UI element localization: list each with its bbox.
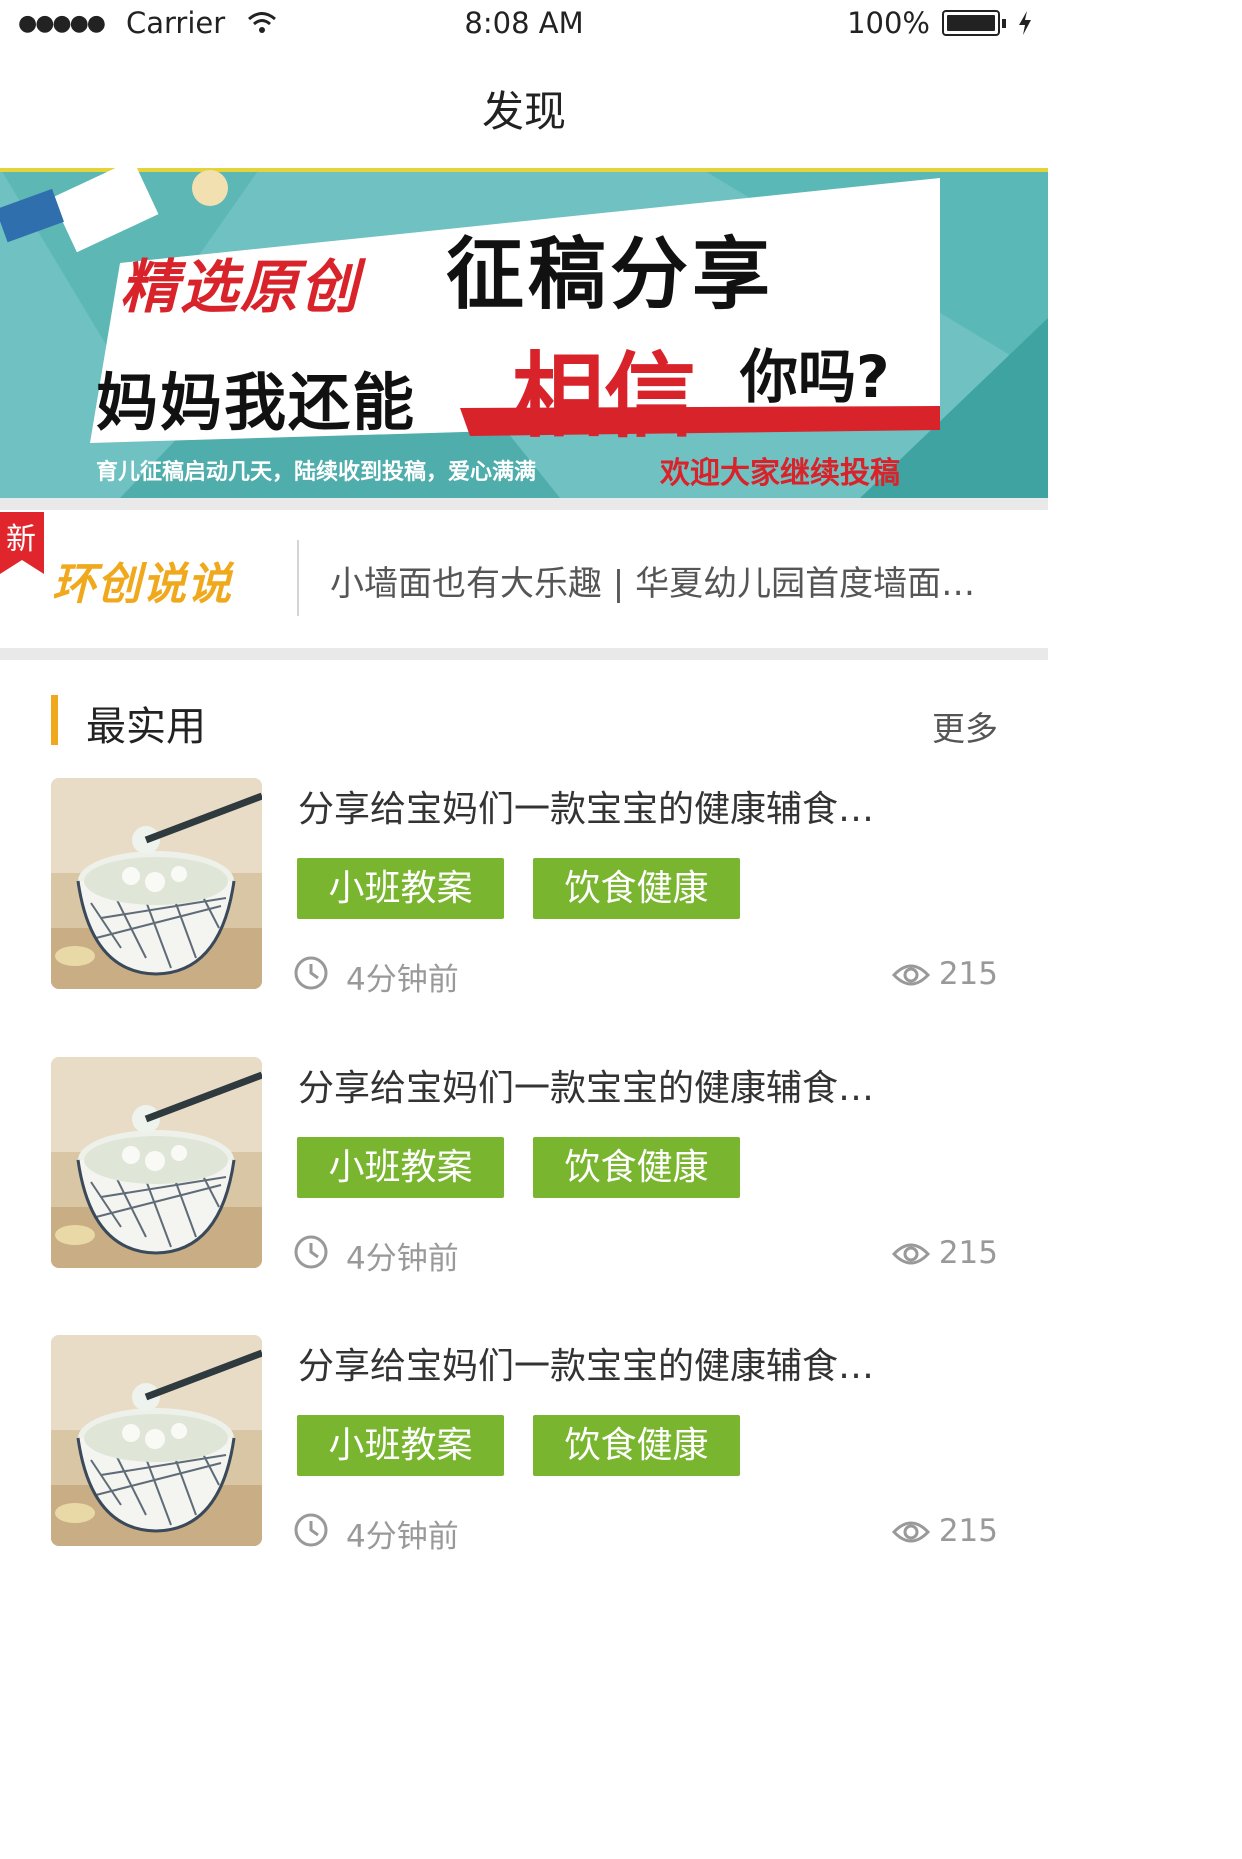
eye-icon [892,964,930,986]
article-views: 215 [938,956,998,992]
article-title[interactable]: 分享给宝妈们一款宝宝的健康辅食… [298,780,938,832]
promo-banner[interactable]: 精选原创 征稿分享 妈妈我还能 相信 你吗? 育儿征稿启动几天，陆续收到投稿，爱… [0,168,1048,498]
new-badge-label: 新 [6,522,36,557]
article-thumbnail [51,1335,262,1546]
banner-question: 妈妈我还能 [96,366,417,439]
banner-slogan-red: 精选原创 [120,253,361,321]
eye-icon [892,1243,930,1265]
banner-footer-right: 欢迎大家继续投稿 [660,456,900,491]
article-tag[interactable]: 小班教案 [297,858,504,919]
article-tag[interactable]: 小班教案 [297,1415,504,1476]
clock-icon [294,1235,328,1269]
article-card[interactable]: 分享给宝妈们一款宝宝的健康辅食… 小班教案 饮食健康 4分钟前 215 [0,1335,1048,1613]
article-title[interactable]: 分享给宝妈们一款宝宝的健康辅食… [298,1337,938,1389]
article-tag[interactable]: 饮食健康 [533,1137,740,1198]
more-link[interactable]: 更多 [932,702,998,750]
ticker-headline[interactable]: 小墙面也有大乐趣 | 华夏幼儿园首度墙面… [330,556,1010,605]
ticker-divider [297,540,299,616]
ticker-logo: 环创说说 [52,559,232,610]
article-card[interactable]: 分享给宝妈们一款宝宝的健康辅食… 小班教案 饮食健康 4分钟前 215 [0,1057,1048,1335]
charging-icon [1019,11,1031,35]
section-divider [0,648,1048,660]
section-divider [0,498,1048,510]
battery-info: 100% [847,6,1032,40]
article-title[interactable]: 分享给宝妈们一款宝宝的健康辅食… [298,1059,938,1111]
article-tag[interactable]: 饮食健康 [533,858,740,919]
banner-question-end: 你吗? [740,343,890,411]
battery-icon [942,10,1000,36]
article-views: 215 [938,1235,998,1271]
clock-icon [294,956,328,990]
article-tag[interactable]: 饮食健康 [533,1415,740,1476]
banner-footer-left: 育儿征稿启动几天，陆续收到投稿，爱心满满 [96,460,537,485]
article-thumbnail [51,1057,262,1268]
article-card[interactable]: 分享给宝妈们一款宝宝的健康辅食… 小班教案 饮食健康 4分钟前 215 [0,778,1048,1056]
eye-icon [892,1521,930,1543]
battery-percent: 100% [847,6,930,40]
article-time: 4分钟前 [346,962,459,998]
article-tag[interactable]: 小班教案 [297,1137,504,1198]
banner-slogan-black: 征稿分享 [446,230,775,320]
article-thumbnail [51,778,262,989]
page-title: 发现 [481,87,566,136]
article-time: 4分钟前 [346,1241,459,1277]
section-accent-bar [51,695,58,745]
article-views: 215 [938,1513,998,1549]
banner-question-highlight: 相信 [512,343,697,450]
section-title: 最实用 [86,704,206,750]
clock-icon [294,1513,328,1547]
status-bar: ●●●●● Carrier 8:08 AM 100% [0,0,1048,50]
article-time: 4分钟前 [346,1519,459,1555]
